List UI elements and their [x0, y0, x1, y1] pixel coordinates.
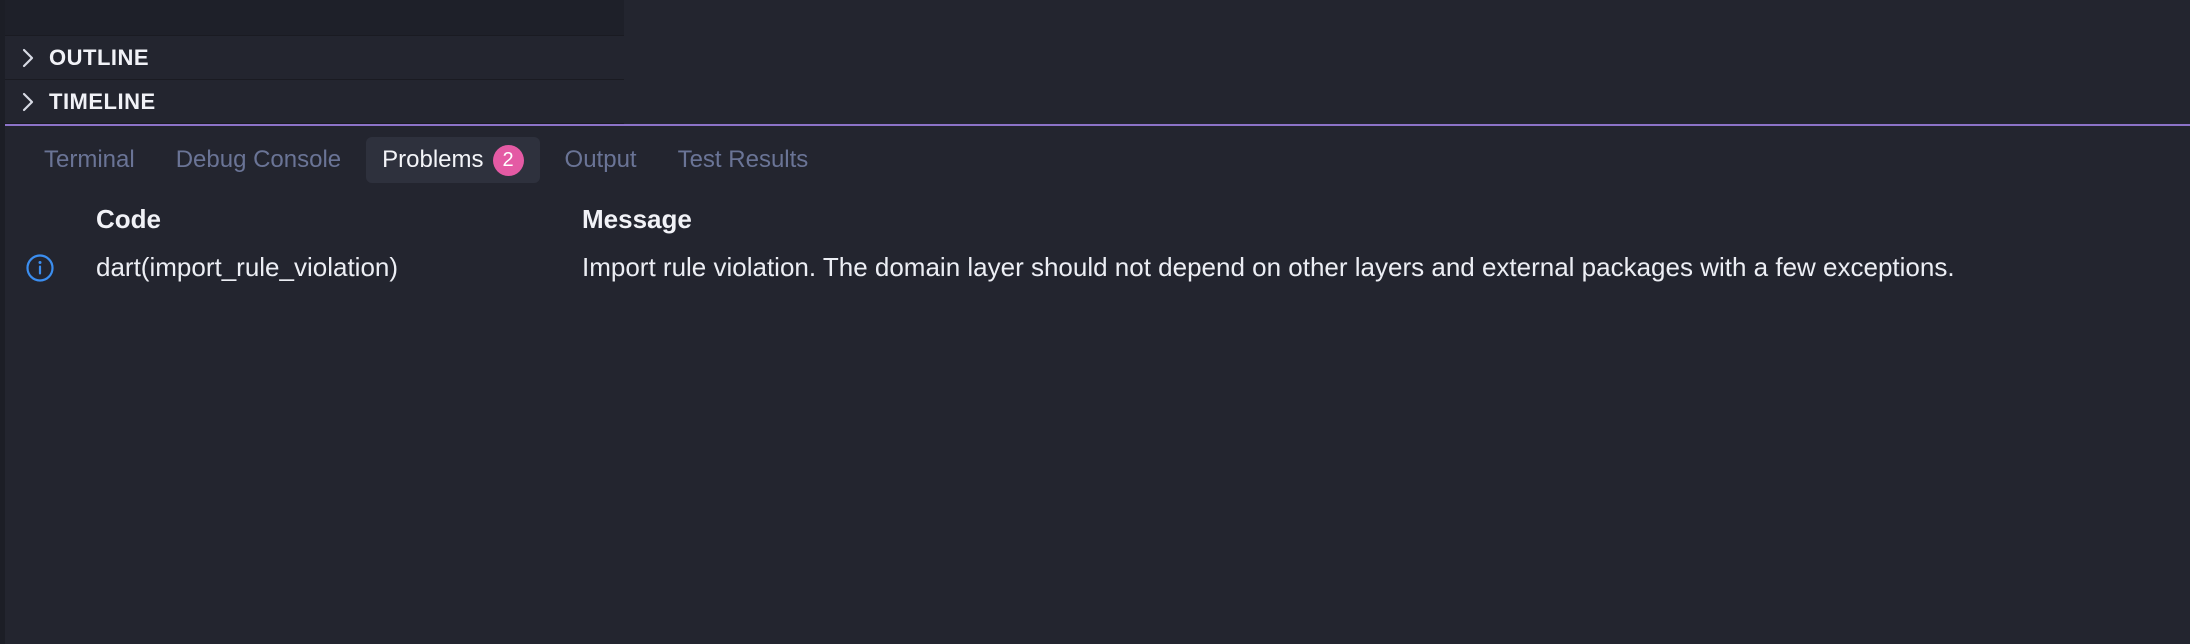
- editor-window: OUTLINE TIMELINE Terminal Debug Console …: [0, 0, 2190, 644]
- problem-row[interactable]: dart(import_rule_violation) Import rule …: [5, 248, 2190, 288]
- sidebar-top-area: [5, 0, 624, 36]
- problem-message: Import rule violation. The domain layer …: [582, 252, 1955, 282]
- problem-code: dart(import_rule_violation): [96, 252, 399, 282]
- panel-top-border: [5, 124, 2190, 126]
- tab-problems-label: Problems: [382, 146, 484, 173]
- tab-terminal[interactable]: Terminal: [28, 137, 151, 183]
- section-label: TIMELINE: [49, 88, 156, 114]
- tab-test-results[interactable]: Test Results: [662, 137, 825, 183]
- sidebar-section-outline[interactable]: OUTLINE: [5, 36, 624, 80]
- chevron-right-icon: [17, 91, 39, 113]
- chevron-right-icon: [17, 47, 39, 69]
- column-header-message[interactable]: Message: [582, 204, 692, 235]
- tab-output[interactable]: Output: [549, 137, 653, 183]
- explorer-sidebar: OUTLINE TIMELINE: [5, 0, 624, 124]
- info-icon: [25, 253, 55, 283]
- tab-debug-console[interactable]: Debug Console: [160, 137, 357, 183]
- tab-problems[interactable]: Problems 2: [366, 137, 540, 183]
- sidebar-section-timeline[interactable]: TIMELINE: [5, 80, 624, 124]
- section-label: OUTLINE: [49, 44, 150, 70]
- problems-count-badge: 2: [492, 144, 524, 176]
- panel-tabs: Terminal Debug Console Problems 2 Output…: [28, 136, 833, 184]
- column-header-code[interactable]: Code: [96, 204, 161, 235]
